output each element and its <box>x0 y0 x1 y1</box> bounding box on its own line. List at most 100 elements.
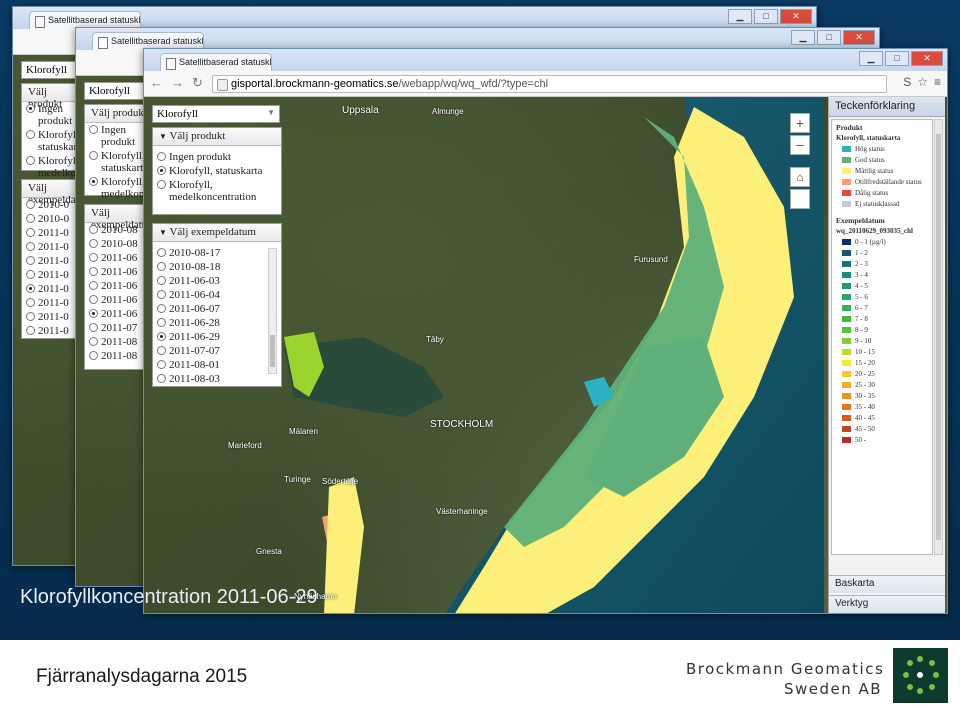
product-option[interactable]: Klorofyll, statuskarta <box>22 128 85 154</box>
product-option[interactable]: Ingen produkt <box>153 150 281 164</box>
radio-button[interactable] <box>157 180 166 189</box>
radio-button[interactable] <box>157 332 166 341</box>
radio-button[interactable] <box>26 284 35 293</box>
date-option[interactable]: 2011-06-07 <box>153 302 281 316</box>
radio-button[interactable] <box>157 318 166 327</box>
radio-button[interactable] <box>89 309 98 318</box>
zoom-out-button[interactable]: − <box>790 135 810 155</box>
radio-button[interactable] <box>26 104 35 113</box>
date-option[interactable]: 2010-08-17 <box>153 246 281 260</box>
radio-button[interactable] <box>26 130 35 139</box>
date-option[interactable]: 2011-08-01 <box>153 358 281 372</box>
reload-icon[interactable]: ↻ <box>192 75 203 91</box>
product-option[interactable]: Klorofyll, statuskarta <box>85 149 151 175</box>
back-icon[interactable]: ← <box>150 75 163 91</box>
radio-button[interactable] <box>26 228 35 237</box>
product-panel-header[interactable]: Välj produkt <box>85 105 151 123</box>
maximize-button[interactable]: □ <box>817 30 841 45</box>
radio-button[interactable] <box>89 253 98 262</box>
radio-button[interactable] <box>26 270 35 279</box>
date-option[interactable]: 2011-0 <box>22 268 82 282</box>
product-option[interactable]: Ingen produkt <box>22 102 82 128</box>
map-tool-button[interactable] <box>790 189 810 209</box>
radio-button[interactable] <box>26 214 35 223</box>
radio-button[interactable] <box>89 323 98 332</box>
radio-button[interactable] <box>26 156 35 165</box>
date-option[interactable]: 2011-0 <box>22 226 82 240</box>
product-panel-header[interactable]: Välj produkt <box>22 84 82 110</box>
radio-button[interactable] <box>157 248 166 257</box>
date-option[interactable]: 2011-0 <box>22 310 82 324</box>
date-option[interactable]: 2011-06-04 <box>153 288 281 302</box>
radio-button[interactable] <box>26 200 35 209</box>
date-panel-header[interactable]: Välj exempeldatum <box>22 180 93 206</box>
radio-button[interactable] <box>157 262 166 271</box>
scrollbar-thumb[interactable] <box>270 335 275 367</box>
date-option[interactable]: 2011-0 <box>22 254 82 268</box>
radio-button[interactable] <box>89 225 98 234</box>
product-option[interactable]: Klorofyll, statuskarta <box>153 164 281 178</box>
date-option[interactable]: 2011-06 <box>85 293 151 307</box>
date-option[interactable]: 2011-0 <box>22 282 82 296</box>
product-panel-header[interactable]: ▼ Välj produkt <box>153 128 281 146</box>
minimize-button[interactable]: ▁ <box>728 9 752 24</box>
radio-button[interactable] <box>89 337 98 346</box>
date-panel-header[interactable]: Välj exempeldatum <box>85 205 156 231</box>
date-option[interactable]: 2011-06 <box>85 307 151 321</box>
radio-button[interactable] <box>26 256 35 265</box>
bookmark-star-icon[interactable]: ☆ <box>917 75 928 89</box>
maximize-button[interactable]: □ <box>754 9 778 24</box>
date-option[interactable]: 2010-0 <box>22 212 82 226</box>
date-option[interactable]: 2011-08 <box>85 335 151 349</box>
date-list-scrollbar[interactable] <box>268 248 277 374</box>
radio-button[interactable] <box>157 374 166 383</box>
product-option[interactable]: Klorofyll, medelkoncentration <box>153 178 281 204</box>
browser-tab[interactable]: Satellitbaserad statusklass <box>160 53 272 71</box>
radio-button[interactable] <box>157 304 166 313</box>
zoom-in-button[interactable]: + <box>790 113 810 133</box>
radio-button[interactable] <box>157 360 166 369</box>
home-button[interactable]: ⌂ <box>790 167 810 187</box>
date-option[interactable]: 2011-0 <box>22 240 82 254</box>
legend-scrollbar[interactable] <box>934 119 943 555</box>
date-option[interactable]: 2011-06-03 <box>153 274 281 288</box>
date-option[interactable]: 2011-08-03 <box>153 372 281 386</box>
radio-button[interactable] <box>89 151 98 160</box>
verktyg-tab[interactable]: Verktyg <box>829 595 945 613</box>
close-button[interactable]: ✕ <box>843 30 875 45</box>
date-option[interactable]: 2011-06 <box>85 265 151 279</box>
radio-button[interactable] <box>89 177 98 186</box>
product-option[interactable]: Ingen produkt <box>85 123 151 149</box>
menu-icon[interactable]: ≡ <box>934 75 941 89</box>
date-option[interactable]: 2011-0 <box>22 296 82 310</box>
date-option[interactable]: 2011-07 <box>85 321 151 335</box>
date-option[interactable]: 2011-06-28 <box>153 316 281 330</box>
date-option[interactable]: 2011-06 <box>85 251 151 265</box>
baskarta-tab[interactable]: Baskarta <box>829 575 945 593</box>
radio-button[interactable] <box>89 295 98 304</box>
close-button[interactable]: ✕ <box>780 9 812 24</box>
minimize-button[interactable]: ▁ <box>791 30 815 45</box>
date-option[interactable]: 2011-0 <box>22 324 82 338</box>
date-option[interactable]: 2010-08-18 <box>153 260 281 274</box>
address-bar[interactable]: gisportal.brockmann-geomatics.se/webapp/… <box>212 75 887 93</box>
date-option[interactable]: 2011-08 <box>85 349 151 363</box>
maximize-button[interactable]: □ <box>885 51 909 66</box>
product-option[interactable]: Klorofyll, medelkoncentration <box>85 175 188 201</box>
radio-button[interactable] <box>157 276 166 285</box>
legend-header[interactable]: Teckenförklaring <box>829 97 945 117</box>
date-option[interactable]: 2011-06-29 <box>153 330 281 344</box>
close-button[interactable]: ✕ <box>911 51 943 66</box>
date-option[interactable]: 2010-08 <box>85 237 151 251</box>
radio-button[interactable] <box>89 351 98 360</box>
scrollbar-thumb[interactable] <box>936 134 941 540</box>
radio-button[interactable] <box>89 267 98 276</box>
radio-button[interactable] <box>157 152 166 161</box>
radio-button[interactable] <box>26 242 35 251</box>
date-option[interactable]: 2011-06 <box>85 279 151 293</box>
radio-button[interactable] <box>157 346 166 355</box>
layer-select[interactable]: Klorofyll <box>21 61 79 79</box>
radio-button[interactable] <box>89 125 98 134</box>
radio-button[interactable] <box>26 298 35 307</box>
forward-icon[interactable]: → <box>171 75 184 91</box>
